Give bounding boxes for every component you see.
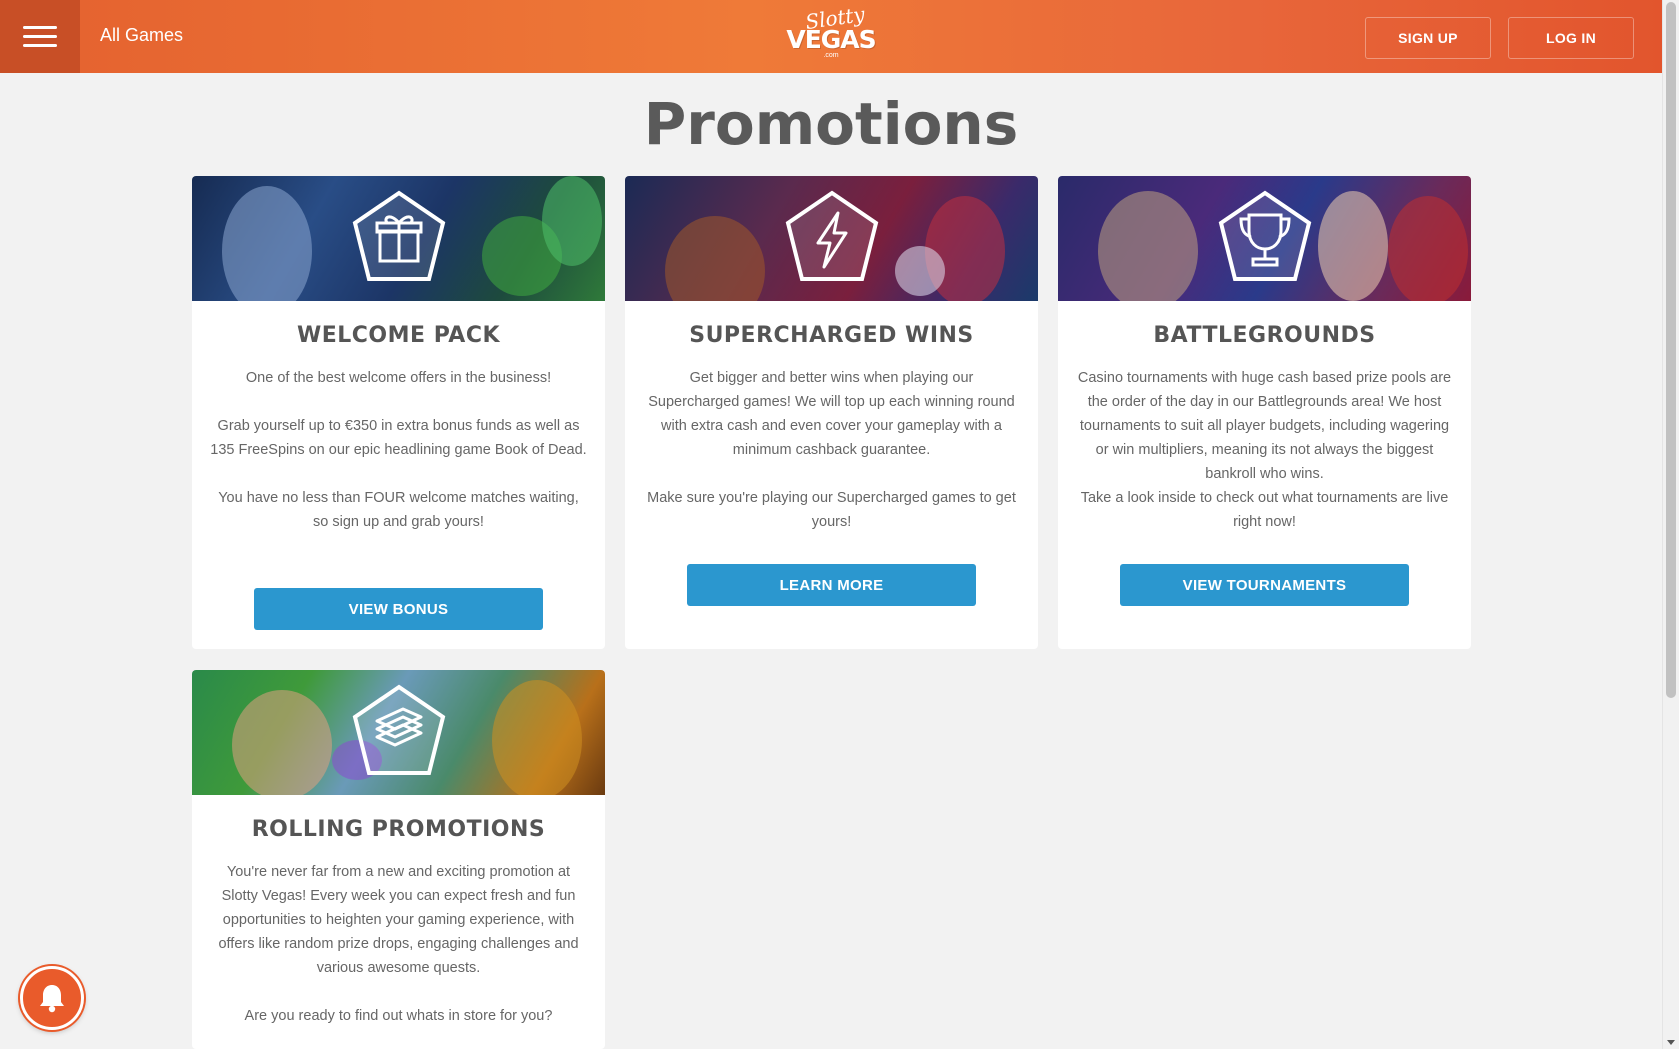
gift-icon [352,190,445,281]
card-paragraph: Grab yourself up to €350 in extra bonus … [210,418,587,458]
card-title: WELCOME PACK [296,323,501,348]
card-paragraph: Make sure you're playing our Supercharge… [647,490,1016,530]
card-title: ROLLING PROMOTIONS [251,817,546,842]
card-paragraph: Take a look inside to check out what tou… [1080,490,1449,530]
promo-banner-image [192,176,605,301]
view-tournaments-button[interactable]: VIEW TOURNAMENTS [1120,564,1409,606]
card-title: SUPERCHARGED WINS [689,323,974,348]
promo-card-rolling-promotions: ROLLING PROMOTIONS You're never far from… [192,670,605,1049]
card-paragraph: Are you ready to find out whats in store… [244,1008,553,1024]
page-title: Promotions [643,90,1019,158]
scroll-down-arrow-icon[interactable] [1667,1040,1675,1045]
lightning-icon [785,190,878,281]
card-paragraph: You have no less than FOUR welcome match… [218,490,579,530]
bell-icon [40,985,64,1013]
card-paragraph: Get bigger and better wins when playing … [648,370,1015,458]
view-bonus-button[interactable]: VIEW BONUS [254,588,543,630]
card-paragraph: Casino tournaments with huge cash based … [1077,370,1452,482]
site-header: All Games Slotty VEGAS .com SIGN UP LOG … [0,0,1662,73]
slotty-vegas-logo[interactable]: Slotty VEGAS .com [781,2,881,66]
card-title: BATTLEGROUNDS [1153,323,1376,348]
card-paragraph: You're never far from a new and exciting… [218,864,579,976]
scrollbar-thumb[interactable] [1666,2,1676,698]
log-in-button[interactable]: LOG IN [1508,17,1634,59]
cash-stack-icon [352,684,445,775]
trophy-icon [1218,190,1311,281]
promo-card-supercharged-wins: SUPERCHARGED WINS Get bigger and better … [625,176,1038,649]
hamburger-icon [23,26,57,29]
hamburger-menu-button[interactable] [0,0,80,73]
sign-up-button[interactable]: SIGN UP [1365,17,1491,59]
card-paragraph: One of the best welcome offers in the bu… [245,370,552,386]
notification-bell-button[interactable] [20,966,84,1030]
card-description: Casino tournaments with huge cash based … [1058,366,1471,534]
card-description: You're never far from a new and exciting… [192,860,605,1028]
promo-banner-image [625,176,1038,301]
all-games-link[interactable]: All Games [100,25,183,46]
promo-banner-image [192,670,605,795]
card-description: One of the best welcome offers in the bu… [192,366,605,534]
promo-banner-image [1058,176,1471,301]
card-description: Get bigger and better wins when playing … [625,366,1038,534]
promo-card-battlegrounds: BATTLEGROUNDS Casino tournaments with hu… [1058,176,1471,649]
learn-more-button[interactable]: LEARN MORE [687,564,976,606]
promo-card-welcome-pack: WELCOME PACK One of the best welcome off… [192,176,605,649]
vertical-scrollbar[interactable] [1662,0,1679,1049]
